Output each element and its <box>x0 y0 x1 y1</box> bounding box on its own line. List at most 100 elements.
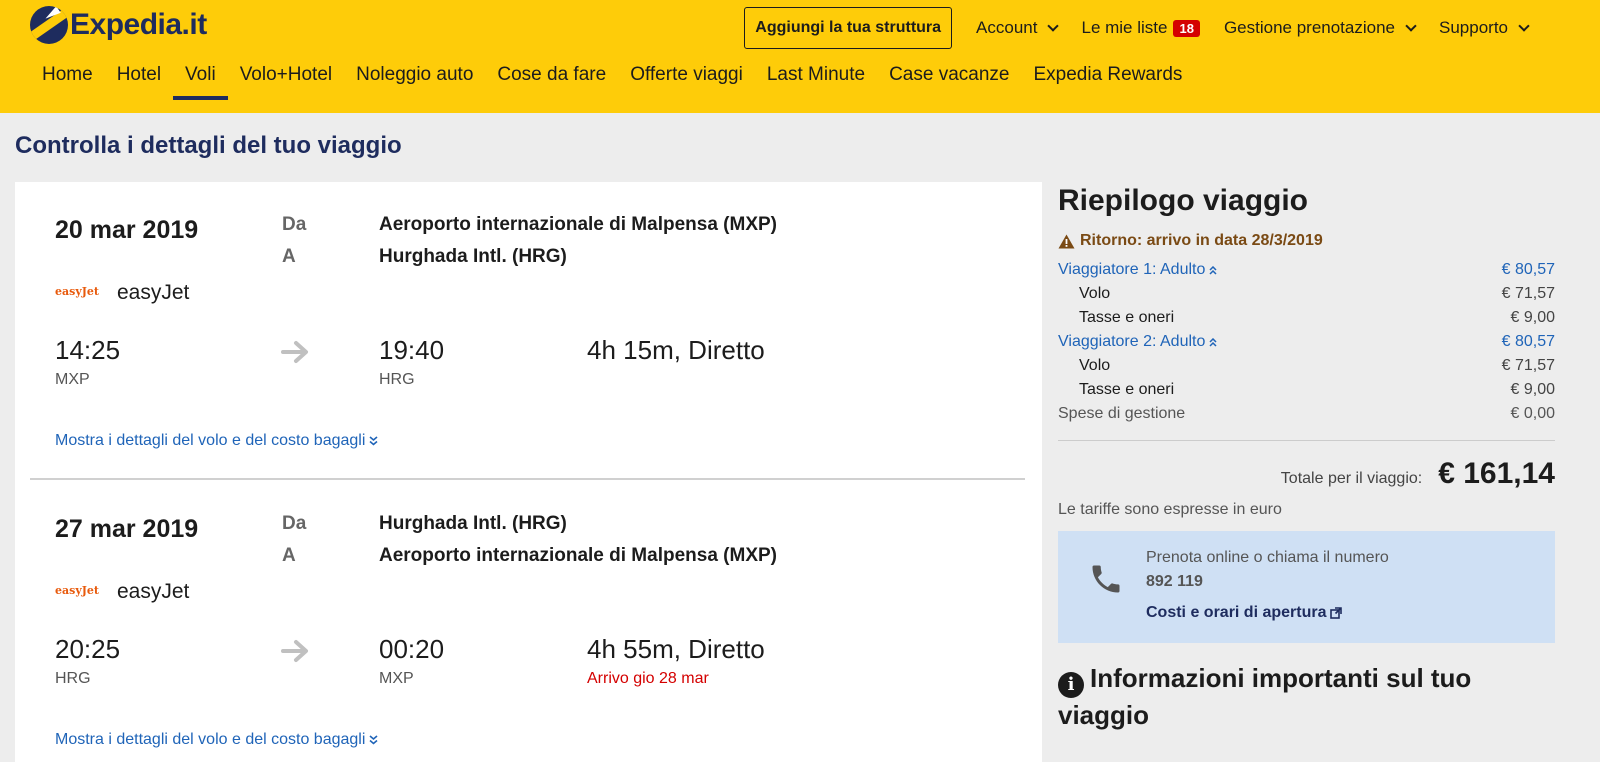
traveler-1-amount: € 80,57 <box>1501 261 1555 278</box>
nav-things-to-do[interactable]: Cose da fare <box>485 62 618 100</box>
page-title: Controlla i dettagli del tuo viaggio <box>15 132 402 159</box>
flight-divider <box>30 478 1025 480</box>
total-label: Totale per il viaggio: <box>1280 470 1423 487</box>
from-airport: Hurghada Intl. (HRG) <box>379 513 567 534</box>
my-lists-label: Le mie liste <box>1081 18 1168 37</box>
flight-fare-label: Volo <box>1079 285 1111 302</box>
return-warning: Ritorno: arrivo in data 28/3/2019 <box>1058 232 1555 250</box>
call-text: Prenota online o chiama il numero <box>1146 549 1389 566</box>
total-price: € 161,14 <box>1438 457 1555 490</box>
nav-home[interactable]: Home <box>30 62 105 100</box>
total-row: Totale per il viaggio: € 161,14 <box>1058 457 1555 491</box>
top-nav: Aggiungi la tua struttura Account Le mie… <box>744 7 1600 49</box>
arrival-code: HRG <box>379 371 415 388</box>
chevron-down-icon <box>1047 20 1060 32</box>
airline-name: easyJet <box>117 281 190 304</box>
arrival-time: 00:20 <box>379 634 445 664</box>
flight-duration: 4h 55m, Diretto <box>587 634 765 664</box>
flight-details-link[interactable]: Mostra i dettagli del volo e del costo b… <box>55 432 378 450</box>
traveler-2-amount: € 80,57 <box>1501 333 1555 350</box>
airline-name: easyJet <box>117 580 190 603</box>
arrow-right-icon <box>281 341 308 363</box>
expedia-logo[interactable]: Expedia.it <box>30 6 207 44</box>
traveler-2-taxes-row: Tasse e oneri € 9,00 <box>1058 378 1555 402</box>
taxes-amount: € 9,00 <box>1510 381 1555 398</box>
flight-fare-label: Volo <box>1079 357 1111 374</box>
double-chevron-down-icon <box>369 436 378 446</box>
arrival-code: MXP <box>379 670 414 687</box>
traveler-1-flight-row: Volo € 71,57 <box>1058 282 1555 306</box>
account-menu[interactable]: Account <box>976 18 1060 38</box>
info-icon: i <box>1058 672 1084 698</box>
opening-hours-label: Costi e orari di apertura <box>1146 604 1327 621</box>
departure-code: HRG <box>55 670 91 687</box>
price-breakdown: Viaggiatore 1: Adulto € 80,57 Volo € 71,… <box>1058 258 1555 426</box>
nav-rewards[interactable]: Expedia Rewards <box>1021 62 1194 100</box>
site-header: Expedia.it Aggiungi la tua struttura Acc… <box>0 0 1600 113</box>
currency-note: Le tariffe sono espresse in euro <box>1058 501 1282 518</box>
warning-icon <box>1058 234 1075 248</box>
important-info-heading: i Informazioni importanti sul tuo viaggio <box>1058 661 1518 733</box>
to-airport: Hurghada Intl. (HRG) <box>379 246 567 267</box>
airline-logo: easyJet <box>55 584 99 597</box>
support-menu[interactable]: Supporto <box>1439 18 1530 38</box>
traveler-2-flight-row: Volo € 71,57 <box>1058 354 1555 378</box>
flight-duration: 4h 15m, Diretto <box>587 335 765 365</box>
taxes-label: Tasse e oneri <box>1079 381 1175 398</box>
booking-management-menu[interactable]: Gestione prenotazione <box>1223 18 1417 38</box>
traveler-2-row[interactable]: Viaggiatore 2: Adulto € 80,57 <box>1058 330 1555 354</box>
important-info-title: Informazioni importanti sul tuo viaggio <box>1058 663 1472 730</box>
departure-code: MXP <box>55 371 90 388</box>
call-box: Prenota online o chiama il numero 892 11… <box>1058 531 1555 643</box>
flight-details-label: Mostra i dettagli del volo e del costo b… <box>55 731 366 748</box>
management-fee-row: Spese di gestione € 0,00 <box>1058 402 1555 426</box>
traveler-2-label: Viaggiatore 2: Adulto <box>1058 333 1206 350</box>
nav-flights[interactable]: Voli <box>173 62 228 100</box>
warning-text: Ritorno: arrivo in data 28/3/2019 <box>1080 232 1323 249</box>
trip-summary: Riepilogo viaggio Ritorno: arrivo in dat… <box>1058 182 1555 733</box>
from-label: Da <box>282 214 307 235</box>
add-property-button[interactable]: Aggiungi la tua struttura <box>744 7 953 49</box>
nav-travel-deals[interactable]: Offerte viaggi <box>618 62 755 100</box>
traveler-1-taxes-row: Tasse e oneri € 9,00 <box>1058 306 1555 330</box>
from-label: Da <box>282 513 307 534</box>
nav-vacation-rentals[interactable]: Case vacanze <box>877 62 1021 100</box>
globe-plane-icon <box>30 6 68 44</box>
main-nav: Home Hotel Voli Volo+Hotel Noleggio auto… <box>30 62 1194 100</box>
taxes-amount: € 9,00 <box>1510 309 1555 326</box>
support-label: Supporto <box>1439 18 1508 37</box>
double-chevron-up-icon <box>1209 265 1217 275</box>
nav-flight-hotel[interactable]: Volo+Hotel <box>228 62 344 100</box>
nav-last-minute[interactable]: Last Minute <box>755 62 877 100</box>
account-label: Account <box>976 18 1038 37</box>
double-chevron-down-icon <box>369 735 378 745</box>
traveler-1-row[interactable]: Viaggiatore 1: Adulto € 80,57 <box>1058 258 1555 282</box>
flight-date: 27 mar 2019 <box>55 515 199 543</box>
flight-fare-amount: € 71,57 <box>1501 357 1555 374</box>
next-day-arrival-note: Arrivo gio 28 mar <box>587 670 709 687</box>
lists-count-badge: 18 <box>1173 19 1200 37</box>
to-airport: Aeroporto internazionale di Malpensa (MX… <box>379 545 777 566</box>
chevron-down-icon <box>1518 20 1530 32</box>
nav-hotel[interactable]: Hotel <box>105 62 173 100</box>
double-chevron-up-icon <box>1209 337 1217 347</box>
departure-time: 14:25 <box>55 335 121 365</box>
booking-management-label: Gestione prenotazione <box>1223 18 1395 37</box>
flight-details-link[interactable]: Mostra i dettagli del volo e del costo b… <box>55 731 378 749</box>
nav-car-rental[interactable]: Noleggio auto <box>344 62 485 100</box>
my-lists-link[interactable]: Le mie liste 18 <box>1081 18 1200 38</box>
departure-time: 20:25 <box>55 634 121 664</box>
airline-logo: easyJet <box>55 285 99 298</box>
summary-title: Riepilogo viaggio <box>1058 184 1309 217</box>
management-fee-amount: € 0,00 <box>1510 405 1555 422</box>
flight-details-label: Mostra i dettagli del volo e del costo b… <box>55 432 366 449</box>
flight-fare-amount: € 71,57 <box>1501 285 1555 302</box>
external-link-icon <box>1329 607 1342 619</box>
arrival-time: 19:40 <box>379 335 445 365</box>
opening-hours-link[interactable]: Costi e orari di apertura <box>1146 604 1342 622</box>
to-label: A <box>282 246 296 267</box>
summary-divider <box>1058 440 1555 441</box>
taxes-label: Tasse e oneri <box>1079 309 1175 326</box>
call-number: 892 119 <box>1146 573 1203 590</box>
arrow-right-icon <box>281 640 308 662</box>
